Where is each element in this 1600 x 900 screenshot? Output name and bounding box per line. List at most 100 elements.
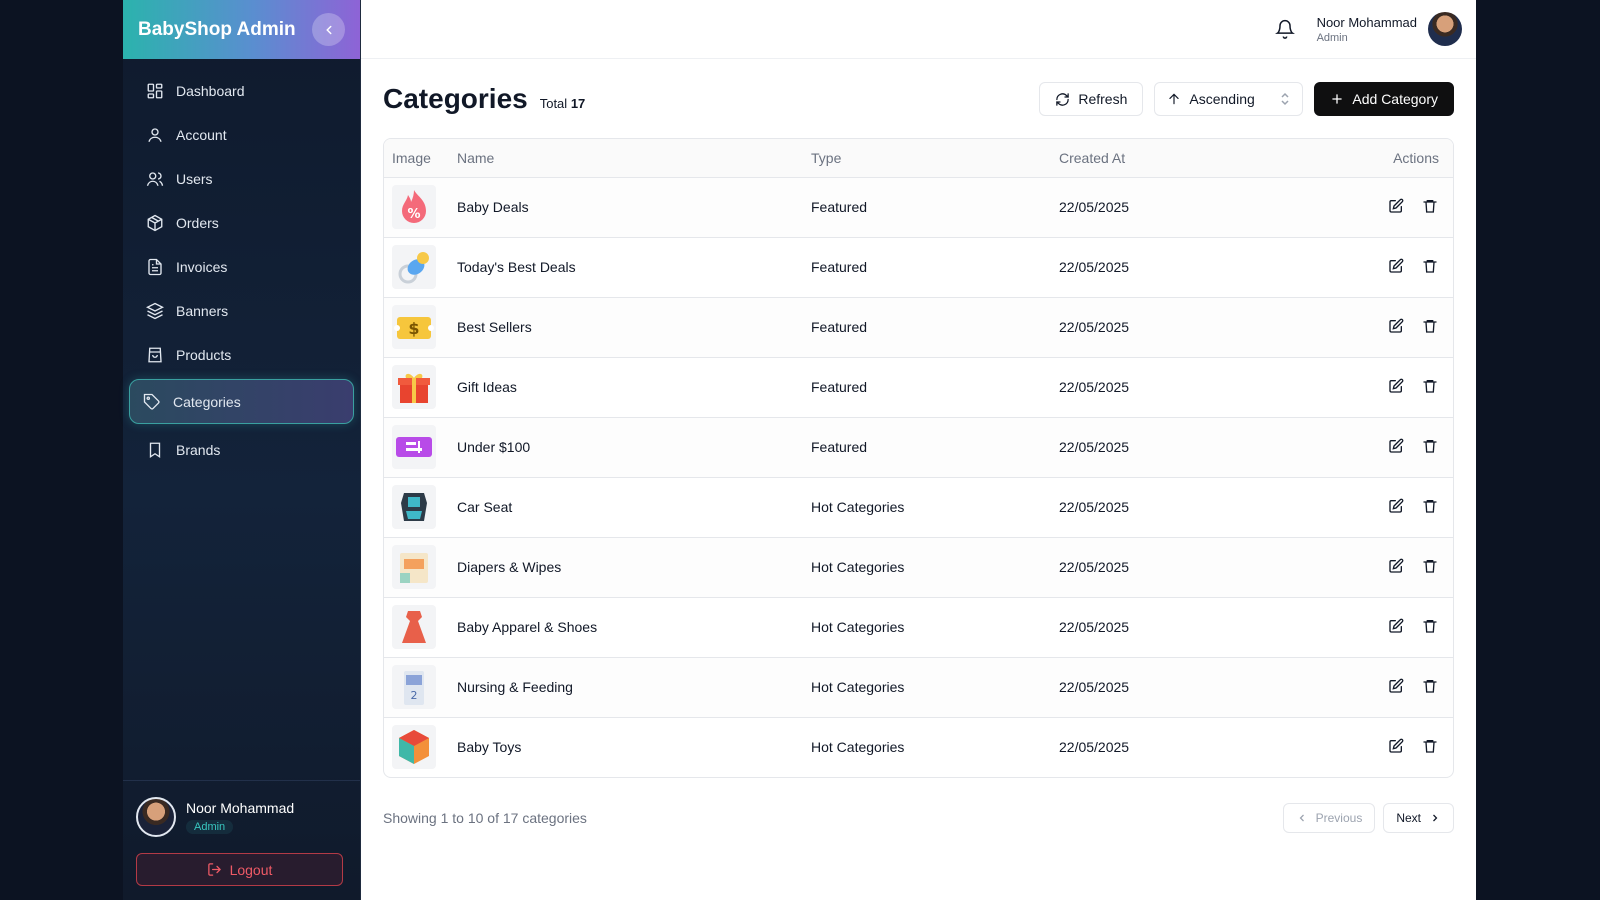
topbar: Noor Mohammad Admin	[361, 0, 1476, 59]
table-row[interactable]: Diapers & Wipes Hot Categories 22/05/2025	[384, 537, 1453, 598]
chevron-right-icon	[1433, 814, 1438, 822]
users-icon	[146, 170, 164, 188]
sidebar-item-categories[interactable]: Categories	[129, 379, 354, 424]
trash-icon[interactable]	[1421, 677, 1439, 695]
table-row[interactable]: Gift Ideas Featured 22/05/2025	[384, 357, 1453, 418]
category-type: Featured	[811, 237, 1059, 298]
sidebar-item-account[interactable]: Account	[129, 115, 354, 155]
category-thumbnail	[392, 725, 436, 770]
sidebar-item-banners[interactable]: Banners	[129, 291, 354, 331]
edit-icon[interactable]	[1387, 737, 1405, 755]
logout-button[interactable]: Logout	[136, 853, 343, 886]
edit-icon[interactable]	[1387, 377, 1405, 395]
category-name: Baby Apparel & Shoes	[457, 597, 811, 658]
sidebar-user: Noor Mohammad Admin	[136, 797, 345, 837]
sidebar: BabyShop Admin Dashboard Account Users O…	[123, 0, 361, 900]
category-type: Hot Categories	[811, 477, 1059, 538]
collapse-sidebar-button[interactable]	[312, 13, 345, 46]
trash-icon[interactable]	[1421, 437, 1439, 455]
sidebar-item-label: Brands	[176, 442, 221, 458]
sidebar-item-users[interactable]: Users	[129, 159, 354, 199]
package-icon	[146, 214, 164, 232]
trash-icon[interactable]	[1421, 257, 1439, 275]
sidebar-item-dashboard[interactable]: Dashboard	[129, 71, 354, 111]
next-label: Next	[1396, 811, 1421, 825]
category-thumbnail	[392, 425, 436, 469]
category-type: Featured	[811, 357, 1059, 418]
refresh-icon	[1056, 92, 1070, 106]
edit-icon[interactable]	[1387, 317, 1405, 335]
category-type: Hot Categories	[811, 657, 1059, 718]
sidebar-item-invoices[interactable]: Invoices	[129, 247, 354, 287]
edit-icon[interactable]	[1387, 497, 1405, 515]
row-actions	[1309, 597, 1453, 658]
table-row[interactable]: $ Best Sellers Featured 22/05/2025	[384, 297, 1453, 358]
row-actions	[1309, 237, 1453, 298]
category-name: Best Sellers	[457, 297, 811, 358]
category-created-at: 22/05/2025	[1059, 657, 1309, 718]
table-row[interactable]: Baby Apparel & Shoes Hot Categories 22/05/…	[384, 597, 1453, 658]
sidebar-item-label: Orders	[176, 215, 219, 231]
sidebar-item-label: Products	[176, 347, 232, 363]
refresh-button[interactable]: Refresh	[1039, 82, 1144, 116]
trash-icon[interactable]	[1421, 317, 1439, 335]
category-name: Car Seat	[457, 477, 811, 538]
row-image-cell: $	[384, 297, 457, 358]
row-actions	[1309, 357, 1453, 418]
dashboard-icon	[146, 82, 164, 100]
table-row[interactable]: Baby Toys Hot Categories 22/05/2025	[384, 717, 1453, 777]
category-thumbnail: $	[392, 305, 436, 349]
avatar	[136, 797, 176, 837]
app-title: BabyShop Admin	[138, 18, 296, 40]
trash-icon[interactable]	[1421, 617, 1439, 635]
page-title: Categories	[383, 83, 528, 114]
table-row[interactable]: 2 Nursing & Feeding Hot Categories 22/05/20…	[384, 657, 1453, 718]
topbar-user[interactable]: Noor Mohammad Admin	[1317, 15, 1417, 44]
logout-label: Logout	[229, 861, 273, 878]
page-header: Categories Total 17 Refresh Ascending Ad…	[383, 82, 1454, 116]
table-row[interactable]: Car Seat Hot Categories 22/05/2025	[384, 477, 1453, 538]
edit-icon[interactable]	[1387, 677, 1405, 695]
chevron-updown-icon	[1281, 92, 1289, 106]
row-actions	[1309, 657, 1453, 718]
next-page-button[interactable]: Next	[1383, 803, 1454, 833]
category-name: Diapers & Wipes	[457, 537, 811, 598]
category-thumbnail	[392, 485, 436, 529]
edit-icon[interactable]	[1387, 557, 1405, 575]
trash-icon[interactable]	[1421, 197, 1439, 215]
sidebar-item-brands[interactable]: Brands	[129, 430, 354, 470]
chevron-left-icon	[1299, 814, 1304, 822]
category-created-at: 22/05/2025	[1059, 237, 1309, 298]
sidebar-footer: Noor Mohammad Admin Logout	[123, 780, 360, 900]
row-actions	[1309, 417, 1453, 478]
bookmark-icon	[146, 441, 164, 459]
trash-icon[interactable]	[1421, 737, 1439, 755]
edit-icon[interactable]	[1387, 257, 1405, 275]
total-count: Total 17	[539, 95, 586, 111]
row-image-cell	[384, 717, 457, 777]
edit-icon[interactable]	[1387, 617, 1405, 635]
edit-icon[interactable]	[1387, 437, 1405, 455]
sort-select[interactable]: Ascending	[1154, 82, 1304, 116]
trash-icon[interactable]	[1421, 497, 1439, 515]
bell-icon[interactable]	[1274, 19, 1295, 39]
table-row[interactable]: Today's Best Deals Featured 22/05/2025	[384, 237, 1453, 298]
sidebar-item-products[interactable]: Products	[129, 335, 354, 375]
table-row[interactable]: Under $100 Featured 22/05/2025	[384, 417, 1453, 478]
category-name: Under $100	[457, 417, 811, 478]
category-created-at: 22/05/2025	[1059, 417, 1309, 478]
trash-icon[interactable]	[1421, 377, 1439, 395]
table-row[interactable]: % Baby Deals Featured 22/05/2025	[384, 177, 1453, 238]
row-actions	[1309, 717, 1453, 777]
previous-page-button[interactable]: Previous	[1282, 803, 1376, 833]
row-image-cell: 2	[384, 657, 457, 718]
logout-icon	[207, 863, 221, 876]
app-frame: BabyShop Admin Dashboard Account Users O…	[123, 0, 1476, 900]
avatar[interactable]	[1428, 12, 1462, 46]
edit-icon[interactable]	[1387, 197, 1405, 215]
user-icon	[146, 126, 164, 144]
trash-icon[interactable]	[1421, 557, 1439, 575]
add-category-button[interactable]: Add Category	[1314, 82, 1454, 116]
brand-header: BabyShop Admin	[123, 0, 360, 59]
sidebar-item-orders[interactable]: Orders	[129, 203, 354, 243]
